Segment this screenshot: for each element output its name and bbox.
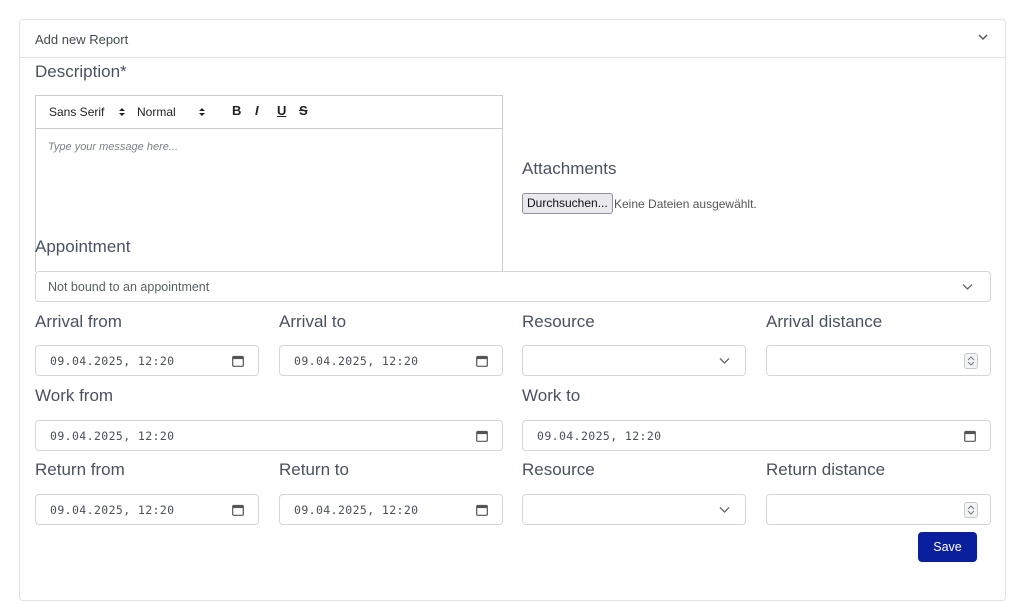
calendar-icon[interactable] [476,355,488,367]
arrival-from-value: 09.04.2025, 12:20 [50,354,175,368]
work-from-value: 09.04.2025, 12:20 [50,429,175,443]
return-to-label: Return to [279,460,349,479]
work-to-label: Work to [522,386,581,405]
arrival-distance-input[interactable] [766,345,991,376]
return-resource-label: Resource [522,460,595,479]
select-arrows-icon[interactable] [198,106,206,118]
work-from-label: Work from [35,386,114,405]
italic-button[interactable]: I [255,103,259,118]
arrival-to-value: 09.04.2025, 12:20 [294,354,419,368]
work-to-input[interactable]: 09.04.2025, 12:20 [522,420,991,451]
strikethrough-button[interactable]: S [299,103,308,118]
return-resource-select[interactable] [522,494,746,525]
font-size-select[interactable]: Normal [137,105,176,119]
appointment-select[interactable]: Not bound to an appointment [35,271,991,302]
chevron-down-icon [719,507,730,513]
spinner-icon[interactable] [964,353,978,369]
return-distance-input[interactable] [766,494,991,525]
return-to-value: 09.04.2025, 12:20 [294,503,419,517]
bold-button[interactable]: B [232,103,241,118]
font-size-value: Normal [137,105,176,119]
arrival-to-label: Arrival to [279,312,347,331]
font-family-select[interactable]: Sans Serif [49,105,104,119]
calendar-icon[interactable] [964,430,976,442]
return-distance-label: Return distance [766,460,886,479]
arrival-resource-label: Resource [522,312,595,331]
select-arrows-icon[interactable] [118,106,126,118]
appointment-label: Appointment [35,237,131,256]
appointment-value: Not bound to an appointment [48,280,210,294]
underline-button[interactable]: U [277,103,286,118]
return-from-value: 09.04.2025, 12:20 [50,503,175,517]
arrival-distance-label: Arrival distance [766,312,883,331]
spinner-arrows-icon [967,505,975,515]
calendar-icon[interactable] [232,504,244,516]
calendar-icon[interactable] [232,355,244,367]
calendar-icon[interactable] [476,504,488,516]
description-label: Description* [35,62,127,81]
work-from-input[interactable]: 09.04.2025, 12:20 [35,420,503,451]
browse-file-button[interactable]: Durchsuchen... [522,193,613,214]
no-file-text: Keine Dateien ausgewählt. [614,197,757,211]
attachments-label: Attachments [522,159,617,178]
chevron-down-icon [719,358,730,364]
font-family-value: Sans Serif [49,105,105,119]
card-header[interactable]: Add new Report [20,20,1005,58]
save-button[interactable]: Save [918,532,977,562]
return-to-input[interactable]: 09.04.2025, 12:20 [279,494,503,525]
editor-toolbar: Sans Serif Normal B I U S [36,96,502,129]
collapse-chevron-icon[interactable] [975,29,991,45]
arrival-from-input[interactable]: 09.04.2025, 12:20 [35,345,259,376]
arrival-to-input[interactable]: 09.04.2025, 12:20 [279,345,503,376]
arrival-from-label: Arrival from [35,312,122,331]
return-from-label: Return from [35,460,125,479]
spinner-arrows-icon [967,356,975,366]
spinner-icon[interactable] [964,502,978,518]
editor-placeholder[interactable]: Type your message here... [48,141,178,153]
arrival-resource-select[interactable] [522,345,746,376]
chevron-down-icon [962,284,973,290]
calendar-icon[interactable] [476,430,488,442]
return-from-input[interactable]: 09.04.2025, 12:20 [35,494,259,525]
card-title: Add new Report [35,32,129,47]
work-to-value: 09.04.2025, 12:20 [537,429,662,443]
